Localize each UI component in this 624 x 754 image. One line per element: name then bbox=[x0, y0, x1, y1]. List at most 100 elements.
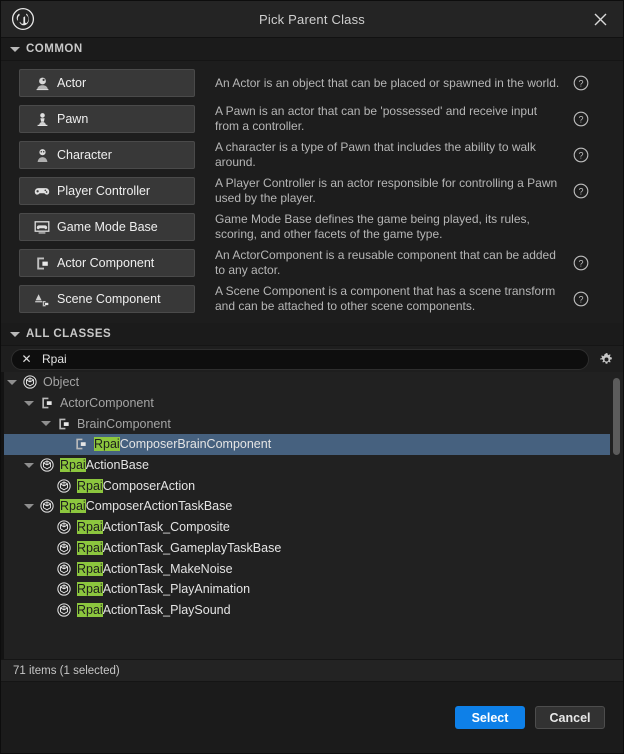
search-input[interactable]: ✕ Rpai bbox=[11, 349, 589, 370]
class-button-actor-component[interactable]: Actor Component bbox=[19, 249, 195, 277]
common-row: Scene Component A Scene Component is a c… bbox=[1, 281, 623, 317]
tree-indent bbox=[21, 601, 38, 618]
common-row: Pawn A Pawn is an actor that can be 'pos… bbox=[1, 101, 623, 137]
class-description: A Pawn is an actor that can be 'possesse… bbox=[195, 104, 572, 134]
tree-expand-spacer bbox=[38, 539, 55, 556]
tree-row-label: RpaiActionTask_MakeNoise bbox=[77, 562, 233, 576]
search-match-highlight: Rpai bbox=[94, 437, 120, 451]
dialog-titlebar: Pick Parent Class bbox=[1, 1, 623, 38]
class-tree-wrapper: Object ActorComponent BrainComponent RpaiCo… bbox=[1, 372, 623, 659]
tree-indent bbox=[4, 601, 21, 618]
uobject-icon bbox=[55, 561, 72, 577]
status-bar: 71 items (1 selected) bbox=[1, 659, 623, 681]
tree-indent bbox=[21, 415, 38, 432]
tree-expand-spacer bbox=[38, 477, 55, 494]
select-button[interactable]: Select bbox=[455, 706, 525, 729]
tree-indent bbox=[21, 436, 38, 453]
tree-row[interactable]: RpaiActionBase bbox=[4, 455, 610, 476]
tree-indent bbox=[21, 539, 38, 556]
svg-text:?: ? bbox=[578, 79, 583, 89]
tree-row-label: RpaiComposerActionTaskBase bbox=[60, 499, 232, 513]
tree-expand-chevron-icon[interactable] bbox=[38, 415, 55, 432]
help-circle-icon[interactable]: ? bbox=[572, 74, 590, 92]
class-button-character[interactable]: Character bbox=[19, 141, 195, 169]
tree-indent bbox=[21, 560, 38, 577]
tree-row[interactable]: RpaiActionTask_PlayAnimation bbox=[4, 579, 610, 600]
pawn-icon bbox=[34, 111, 50, 127]
svg-text:?: ? bbox=[578, 295, 583, 305]
class-button-player-controller[interactable]: Player Controller bbox=[19, 177, 195, 205]
common-row: Player Controller A Player Controller is… bbox=[1, 173, 623, 209]
tree-row[interactable]: RpaiComposerAction bbox=[4, 475, 610, 496]
search-match-highlight: Rpai bbox=[60, 458, 86, 472]
tree-expand-chevron-icon[interactable] bbox=[4, 374, 21, 391]
tree-row[interactable]: RpaiActionTask_MakeNoise bbox=[4, 558, 610, 579]
class-description: An Actor is an object that can be placed… bbox=[195, 76, 572, 91]
tree-scrollbar-thumb[interactable] bbox=[613, 378, 620, 455]
tree-row[interactable]: ActorComponent bbox=[4, 393, 610, 414]
svg-text:?: ? bbox=[578, 259, 583, 269]
cancel-button[interactable]: Cancel bbox=[535, 706, 605, 729]
tree-expand-chevron-icon[interactable] bbox=[21, 457, 38, 474]
search-match-highlight: Rpai bbox=[77, 562, 103, 576]
tree-scrollbar[interactable] bbox=[610, 372, 623, 659]
common-row: Actor Component An ActorComponent is a r… bbox=[1, 245, 623, 281]
dialog-title: Pick Parent Class bbox=[1, 12, 623, 27]
tree-row[interactable]: RpaiActionTask_PlaySound bbox=[4, 600, 610, 621]
gear-icon[interactable] bbox=[597, 350, 615, 368]
tree-expand-spacer bbox=[38, 560, 55, 577]
game-mode-icon bbox=[34, 219, 50, 235]
help-circle-icon[interactable]: ? bbox=[572, 182, 590, 200]
tree-expand-chevron-icon[interactable] bbox=[21, 395, 38, 412]
status-text: 71 items (1 selected) bbox=[13, 665, 120, 677]
tree-row-selected[interactable]: RpaiComposerBrainComponent bbox=[4, 434, 610, 455]
tree-expand-spacer bbox=[38, 601, 55, 618]
class-label: Player Controller bbox=[57, 184, 150, 198]
tree-row-label: ActorComponent bbox=[60, 396, 154, 410]
clear-x-icon[interactable]: ✕ bbox=[21, 354, 32, 365]
help-circle-icon[interactable]: ? bbox=[572, 254, 590, 272]
unreal-engine-logo-icon bbox=[8, 4, 38, 34]
tree-row[interactable]: BrainComponent bbox=[4, 413, 610, 434]
dialog-footer: Select Cancel bbox=[1, 681, 623, 753]
class-button-game-mode-base[interactable]: Game Mode Base bbox=[19, 213, 195, 241]
common-row: Character A character is a type of Pawn … bbox=[1, 137, 623, 173]
tree-row-label: RpaiComposerAction bbox=[77, 479, 195, 493]
common-section-header[interactable]: COMMON bbox=[1, 38, 623, 60]
chevron-down-icon bbox=[10, 45, 19, 54]
tree-indent bbox=[4, 519, 21, 536]
class-label: Scene Component bbox=[57, 292, 161, 306]
class-label: Game Mode Base bbox=[57, 220, 158, 234]
tree-row[interactable]: RpaiActionTask_Composite bbox=[4, 517, 610, 538]
class-description: A Player Controller is an actor responsi… bbox=[195, 176, 572, 206]
class-button-pawn[interactable]: Pawn bbox=[19, 105, 195, 133]
close-icon[interactable] bbox=[589, 8, 611, 30]
tree-indent bbox=[38, 436, 55, 453]
tree-row-label: BrainComponent bbox=[77, 417, 171, 431]
help-circle-icon[interactable]: ? bbox=[572, 290, 590, 308]
tree-indent bbox=[21, 477, 38, 494]
uobject-icon bbox=[55, 478, 72, 494]
help-circle-icon[interactable]: ? bbox=[572, 146, 590, 164]
class-tree[interactable]: Object ActorComponent BrainComponent RpaiCo… bbox=[4, 372, 610, 659]
class-description: A Scene Component is a component that ha… bbox=[195, 284, 572, 314]
uobject-icon bbox=[55, 540, 72, 556]
class-button-actor[interactable]: Actor bbox=[19, 69, 195, 97]
pick-parent-class-dialog: Pick Parent Class COMMON bbox=[0, 0, 624, 754]
common-class-list: Actor An Actor is an object that can be … bbox=[1, 60, 623, 323]
search-match-highlight: Rpai bbox=[77, 603, 103, 617]
tree-expand-chevron-icon[interactable] bbox=[21, 498, 38, 515]
tree-expand-spacer bbox=[38, 519, 55, 536]
tree-row[interactable]: RpaiActionTask_GameplayTaskBase bbox=[4, 538, 610, 559]
all-classes-section-header[interactable]: ALL CLASSES bbox=[1, 323, 623, 345]
help-circle-icon[interactable]: ? bbox=[572, 110, 590, 128]
tree-row[interactable]: Object bbox=[4, 372, 610, 393]
tree-row[interactable]: RpaiComposerActionTaskBase bbox=[4, 496, 610, 517]
common-row: Game Mode Base Game Mode Base defines th… bbox=[1, 209, 623, 245]
actor-component-icon bbox=[72, 436, 89, 452]
class-description: Game Mode Base defines the game being pl… bbox=[195, 212, 572, 242]
actor-icon bbox=[34, 75, 50, 91]
class-description: An ActorComponent is a reusable componen… bbox=[195, 248, 572, 278]
tree-indent bbox=[4, 477, 21, 494]
class-button-scene-component[interactable]: Scene Component bbox=[19, 285, 195, 313]
